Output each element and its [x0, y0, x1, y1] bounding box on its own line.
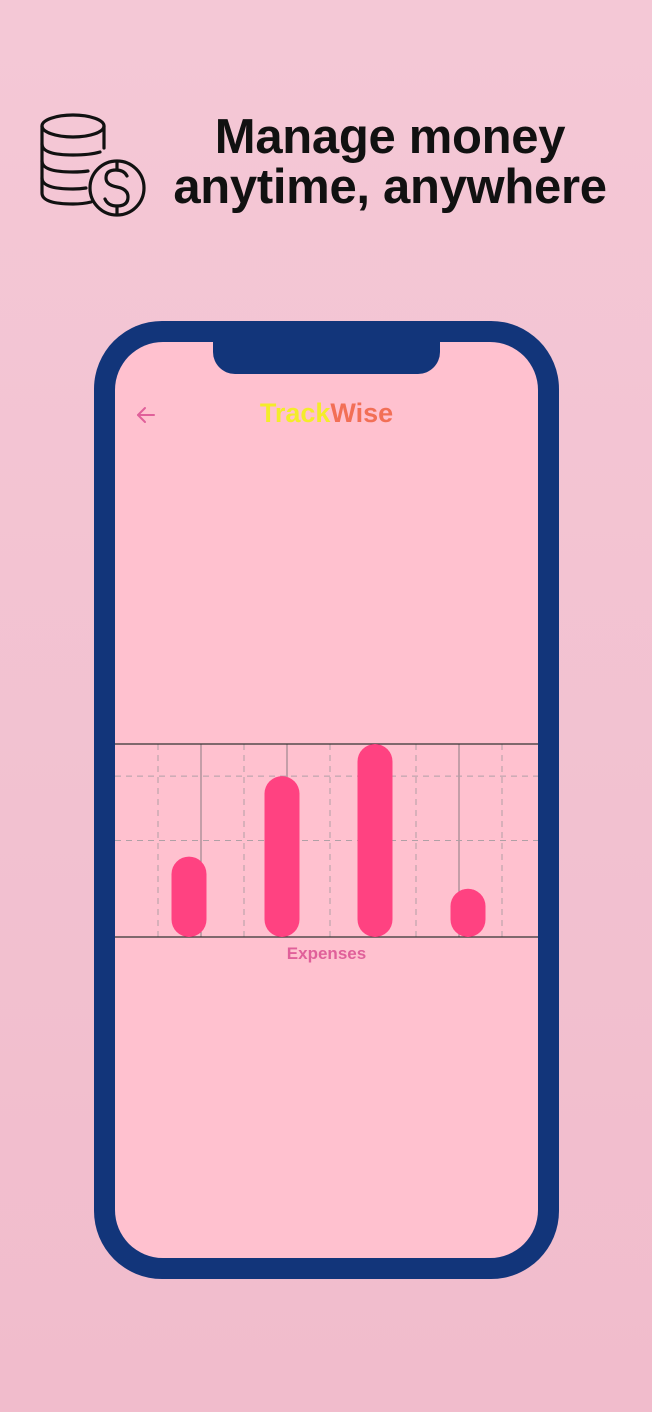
- app-title: TrackWise: [115, 398, 538, 429]
- phone-notch: [213, 342, 440, 374]
- headline-line-1: Manage money: [214, 110, 566, 164]
- chart-bar-1: [171, 856, 207, 937]
- chart-bar-4: [450, 888, 486, 937]
- app-title-wise: Wise: [330, 398, 394, 428]
- chart-xlabel: Expenses: [286, 944, 367, 963]
- headline-line-2: anytime, anywhere: [173, 160, 607, 214]
- phone-screen: TrackWise Expenses: [115, 342, 538, 1258]
- phone-mockup: TrackWise Expenses: [94, 321, 559, 1279]
- coins-dollar-icon: [40, 113, 146, 217]
- app-title-track: Track: [259, 398, 331, 428]
- promo-banner: Manage money anytime, anywhere: [0, 0, 652, 260]
- headline: Manage money anytime, anywhere: [170, 112, 610, 212]
- chart-bar-3: [357, 744, 393, 937]
- chart-bar-2: [264, 776, 300, 937]
